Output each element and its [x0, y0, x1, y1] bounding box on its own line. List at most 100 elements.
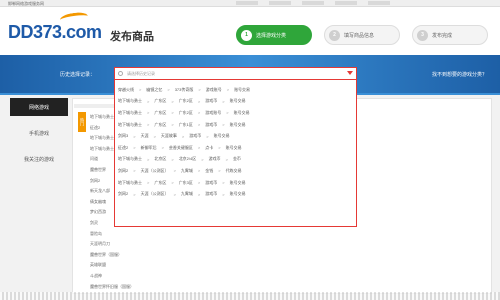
- breadcrumb-separator: >: [173, 191, 176, 197]
- breadcrumb-separator: >: [147, 110, 150, 116]
- breadcrumb-separator: >: [201, 156, 204, 162]
- top-link[interactable]: [269, 1, 291, 5]
- game-item[interactable]: 斗战神: [90, 271, 140, 282]
- top-link[interactable]: [368, 1, 390, 5]
- chevron-down-icon[interactable]: [347, 71, 353, 75]
- history-record[interactable]: 剑网2 > 天涯（公测区） > 九霄城 > 游戏币 > 账号交易: [115, 188, 356, 200]
- breadcrumb-separator: >: [222, 180, 225, 186]
- breadcrumb-separator: >: [218, 145, 221, 151]
- breadcrumb-separator: >: [226, 110, 229, 116]
- nav-followed-games[interactable]: 我关注的游戏: [10, 150, 68, 168]
- breadcrumb-separator: >: [147, 98, 150, 104]
- history-record[interactable]: 地下城与勇士 > 广东区 > 广东1区 > 游戏币 > 账号交易: [115, 119, 356, 131]
- record-segment: 账号交易: [229, 179, 246, 185]
- record-segment: 游戏币: [189, 133, 202, 139]
- breadcrumb-separator: >: [197, 122, 201, 128]
- game-item[interactable]: 英雄联盟: [90, 260, 140, 271]
- history-record[interactable]: 地下城与勇士 > 广东区 > 广东3区 > 游戏币 > 账号交易: [115, 177, 356, 189]
- breadcrumb-separator: >: [147, 122, 150, 128]
- logo[interactable]: DD373.com: [8, 22, 102, 43]
- record-segment: 地下城与勇士: [118, 179, 142, 185]
- panel-tabs: [74, 104, 114, 108]
- breadcrumb-separator: >: [181, 133, 185, 139]
- breadcrumb-separator: >: [197, 168, 201, 174]
- record-segment: 账号交易: [225, 144, 242, 150]
- record-segment: 广东区: [154, 179, 167, 185]
- top-link[interactable]: [335, 1, 357, 5]
- breadcrumb-separator: >: [197, 145, 201, 151]
- record-segment: 账号交易: [229, 98, 246, 104]
- record-segment: 天涯（公测区）: [140, 191, 169, 197]
- breadcrumb-separator: >: [197, 180, 201, 186]
- record-segment: 游戏币: [205, 98, 218, 104]
- breadcrumb-separator: >: [161, 145, 164, 151]
- top-bar: 邯郸网络游戏服务网: [0, 0, 500, 7]
- breadcrumb-separator: >: [173, 168, 176, 174]
- record-segment: 游戏账号: [205, 109, 222, 115]
- breadcrumb-separator: >: [222, 122, 225, 128]
- breadcrumb-separator: >: [147, 180, 150, 186]
- nav-online-games[interactable]: 网络游戏: [10, 98, 68, 116]
- history-select[interactable]: 请选择历史记录: [115, 68, 356, 80]
- step-number: 3: [417, 29, 428, 41]
- record-segment: 账号交易: [229, 121, 246, 127]
- search-icon: [118, 71, 123, 76]
- nav-mobile-games[interactable]: 手机游戏: [10, 124, 68, 142]
- breadcrumb-separator: >: [197, 110, 201, 116]
- record-segment: 金币: [232, 156, 241, 162]
- record-segment: 游戏币: [205, 191, 218, 197]
- record-segment: 地下城与勇士: [118, 98, 142, 104]
- top-link[interactable]: [302, 1, 324, 5]
- record-segment: 游戏账号: [205, 86, 222, 92]
- breadcrumb-separator: >: [226, 87, 230, 93]
- breadcrumb-separator: >: [197, 191, 201, 197]
- step-label: 选择游戏分类: [256, 32, 287, 39]
- record-segment: 点卡: [205, 144, 214, 150]
- record-segment: 广东区: [154, 109, 167, 115]
- record-segment: 金钱: [205, 167, 214, 173]
- game-item[interactable]: 冒险岛: [90, 229, 140, 240]
- record-segment: 地下城与勇士: [118, 121, 142, 127]
- record-segment: 剑网3: [118, 133, 129, 139]
- history-record[interactable]: 穿越火线 > 幽镜之忆 >373传奇版 > 游戏账号 > 账号交易: [115, 84, 356, 96]
- history-record[interactable]: 剑网2 > 天涯（公测区） > 九霄城 > 金钱 > 代练交易: [115, 165, 356, 177]
- step-label: 填写商品信息: [344, 32, 375, 39]
- record-segment: 373传奇版: [174, 86, 194, 92]
- game-item[interactable]: 天涯明月刀: [90, 239, 140, 250]
- breadcrumb-separator: >: [218, 168, 221, 174]
- help-link[interactable]: 找不到想要的游戏分类？: [432, 71, 487, 78]
- step-2: 2 填写商品信息: [324, 25, 400, 45]
- breadcrumb-separator: >: [171, 156, 174, 162]
- record-segment: 北京区: [154, 156, 167, 162]
- record-segment: 剑网2: [118, 191, 129, 197]
- history-record[interactable]: 剑网3 > 天涯 > 天涯故事 > 游戏币 > 账号交易: [115, 130, 356, 142]
- record-segment: 天涯: [140, 133, 149, 139]
- breadcrumb-separator: >: [133, 133, 136, 139]
- record-segment: 地下城与勇士: [118, 109, 142, 115]
- record-segment: 账号交易: [229, 191, 246, 197]
- top-link[interactable]: [236, 1, 258, 5]
- breadcrumb-separator: >: [147, 156, 150, 162]
- step-1: 1 选择游戏分类: [236, 25, 312, 45]
- record-segment: 游戏币: [208, 156, 221, 162]
- record-segment: 广东区: [154, 121, 167, 127]
- history-record[interactable]: 地下城与勇士 > 北京区 > 北京2/4区 > 游戏币 > 金币: [115, 154, 356, 166]
- history-record[interactable]: 地下城与勇士 > 广东区 > 广东2区 > 游戏币 > 账号交易: [115, 96, 356, 108]
- record-segment: 北京2/4区: [178, 156, 197, 162]
- record-segment: 剑网2: [118, 167, 129, 173]
- top-links: [236, 1, 390, 5]
- history-dropdown[interactable]: 请选择历史记录 穿越火线 > 幽镜之忆 >373传奇版 > 游戏账号 > 账号交易 地下城与勇士…: [114, 67, 357, 227]
- page-title: 发布商品: [110, 31, 154, 43]
- step-number: 2: [329, 29, 340, 41]
- record-segment: 九霄城: [180, 191, 193, 197]
- breadcrumb-separator: >: [133, 168, 136, 174]
- breadcrumb-separator: >: [198, 87, 201, 93]
- record-segment: 广东2区: [178, 109, 193, 115]
- history-record[interactable]: 地下城与勇士 > 广东区 > 广东2区 > 游戏账号 > 账号交易: [115, 107, 356, 119]
- breadcrumb-separator: >: [222, 191, 225, 197]
- alpha-tab-hot[interactable]: 热门: [78, 112, 86, 132]
- breadcrumb-separator: >: [171, 110, 174, 116]
- game-item[interactable]: 魔兽世界怀旧服（国服）: [90, 282, 140, 293]
- history-record[interactable]: 征途2 > 新御军后 > 芸香关键服区 > 点卡 > 账号交易: [115, 142, 356, 154]
- game-item[interactable]: 魔兽世界（国服）: [90, 250, 140, 261]
